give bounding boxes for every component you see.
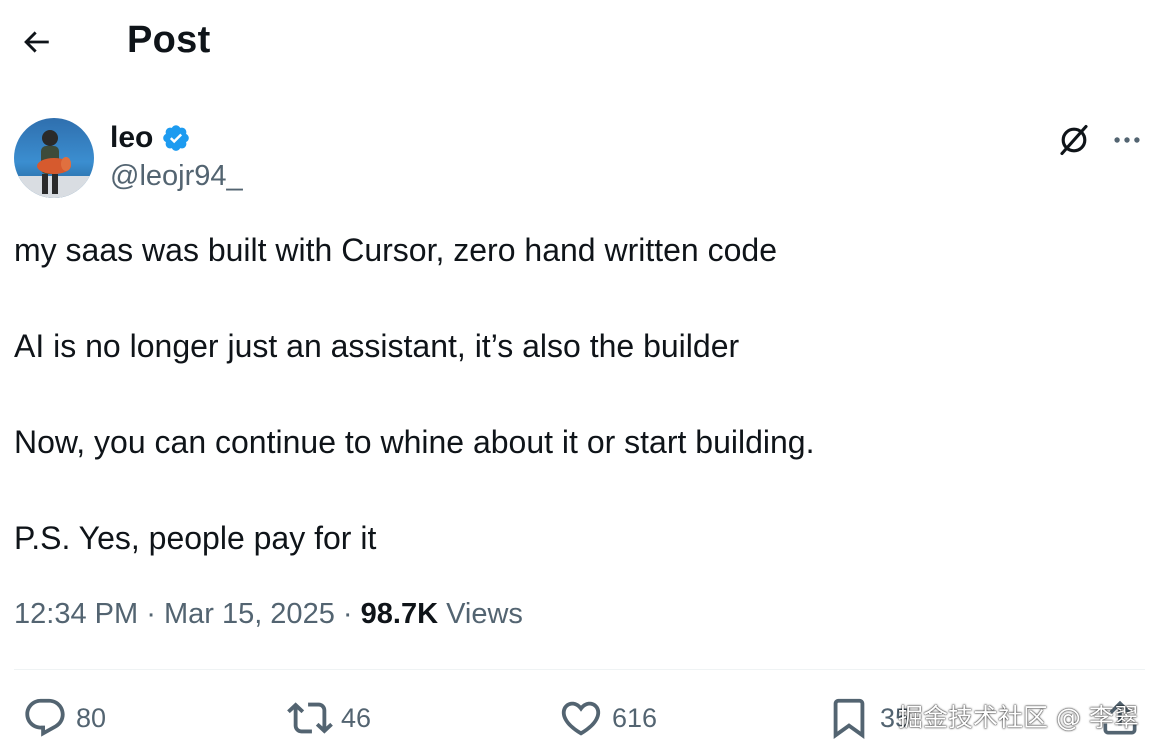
top-bar: Post	[0, 0, 1159, 84]
reply-count: 80	[76, 702, 107, 733]
author-name[interactable]: leo	[110, 120, 153, 156]
tweet-paragraph: my saas was built with Cursor, zero hand…	[14, 232, 777, 268]
tweet-text: my saas was built with Cursor, zero hand…	[14, 226, 1134, 562]
author-name-row: leo	[110, 120, 191, 156]
views-label[interactable]: Views	[446, 598, 523, 630]
avatar[interactable]	[14, 118, 94, 198]
tweet-paragraph: P.S. Yes, people pay for it	[14, 520, 377, 556]
watermark: 掘金技术社区 @ 李翠	[898, 703, 1139, 732]
page-title: Post	[127, 19, 211, 61]
repost-button[interactable]: 46	[287, 690, 371, 746]
tweet-paragraph: Now, you can continue to whine about it …	[14, 424, 815, 460]
grok-button[interactable]	[1052, 118, 1096, 162]
more-icon	[1114, 137, 1140, 143]
bookmark-icon	[833, 698, 865, 739]
repost-icon	[287, 702, 333, 734]
reply-button[interactable]: 80	[22, 690, 106, 746]
meta-separator: ·	[146, 598, 156, 630]
like-icon	[561, 701, 601, 736]
reply-icon	[25, 698, 65, 737]
tweet-paragraph: AI is no longer just an assistant, it’s …	[14, 328, 740, 364]
author-handle[interactable]: @leojr94_	[110, 158, 243, 194]
meta-separator: ·	[342, 598, 353, 630]
divider	[14, 669, 1145, 670]
tweet-time[interactable]: 12:34 PM	[14, 598, 138, 630]
verified-badge-icon[interactable]	[161, 123, 191, 153]
repost-count: 46	[341, 702, 372, 733]
tweet-author: leo @leojr94_	[14, 116, 1014, 200]
like-button[interactable]: 616	[558, 690, 657, 746]
tweet-date[interactable]: Mar 15, 2025	[164, 598, 335, 630]
like-count: 616	[612, 702, 658, 733]
tweet-meta: 12:34 PM · Mar 15, 2025 · 98.7K Views	[14, 594, 523, 634]
back-button[interactable]	[14, 20, 58, 64]
back-arrow-icon	[24, 31, 49, 53]
views-count[interactable]: 98.7K	[361, 598, 438, 630]
grok-icon	[1060, 124, 1088, 156]
more-options-button[interactable]	[1105, 118, 1149, 162]
